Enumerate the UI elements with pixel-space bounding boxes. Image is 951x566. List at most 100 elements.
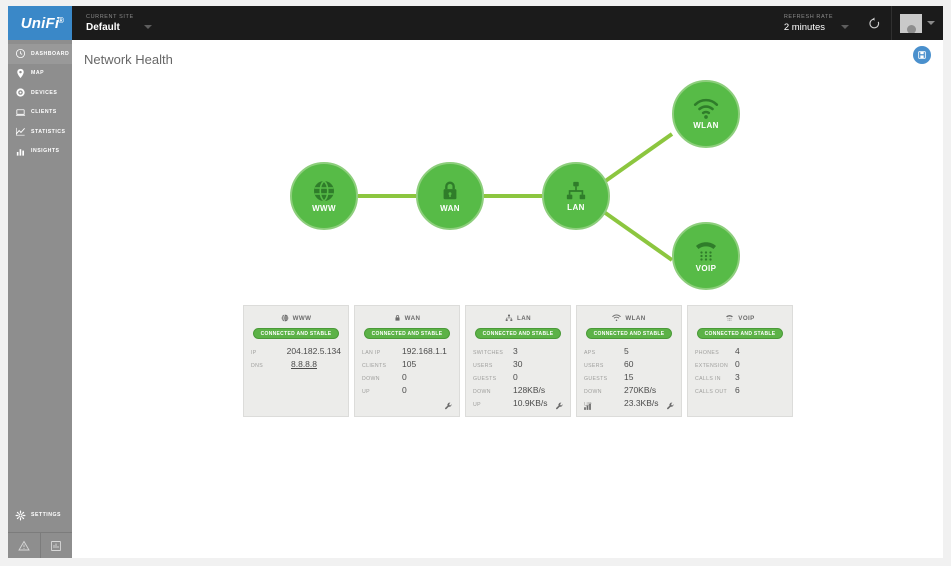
refresh-button[interactable] — [857, 6, 891, 40]
bar-chart-icon — [584, 403, 591, 410]
configure-button[interactable] — [666, 398, 675, 416]
row-label: APS — [584, 350, 596, 356]
row-label: GUESTS — [584, 376, 608, 382]
topology-node-voip[interactable]: VOIP — [672, 222, 740, 290]
card-row: CALLS IN 3 — [695, 372, 785, 385]
site-selector[interactable]: CURRENT SITE Default — [72, 6, 202, 40]
row-value: 30 — [513, 359, 523, 369]
card-row: PHONES 4 — [695, 346, 785, 359]
network-topology: WWW WAN LAN WLAN VOIP — [72, 62, 943, 322]
status-badge: CONNECTED AND STABLE — [253, 328, 339, 339]
topology-node-wan[interactable]: WAN — [416, 162, 484, 230]
gear-icon — [15, 510, 26, 520]
sidebar-item-label: Map — [31, 70, 45, 77]
card-row: CALLS OUT 6 — [695, 385, 785, 398]
row-value: 0 — [402, 372, 407, 382]
card-title: WLAN — [625, 314, 646, 322]
sidebar-item-insights[interactable]: Insights — [8, 142, 72, 162]
configure-button[interactable] — [444, 398, 453, 416]
card-title: VOIP — [738, 314, 755, 322]
wifi-icon — [693, 98, 719, 119]
card-title: WAN — [404, 314, 421, 322]
unifi-logo[interactable]: UniFi ® — [8, 6, 72, 40]
wrench-icon — [445, 402, 452, 410]
card-rows: IP 204.182.5.134 DNS 8.8.8.8 — [251, 346, 341, 372]
network-icon — [505, 314, 513, 321]
sidebar-item-label: Settings — [31, 512, 61, 518]
logo-text: UniFi — [20, 14, 60, 32]
row-value[interactable]: 8.8.8.8 — [291, 359, 317, 369]
gauge-icon — [15, 49, 26, 59]
status-card-lan[interactable]: LAN CONNECTED AND STABLE SWITCHES 3 USER… — [465, 305, 571, 417]
row-label: DNS — [251, 363, 264, 369]
status-badge: CONNECTED AND STABLE — [364, 328, 450, 339]
events-button[interactable] — [39, 533, 73, 558]
card-header: VOIP — [695, 312, 785, 324]
row-value: 4 — [735, 346, 740, 356]
card-actions — [355, 401, 459, 413]
row-label: UP — [362, 389, 370, 395]
row-value: 270KB/s — [624, 385, 657, 395]
row-value: 3 — [735, 372, 740, 382]
status-card-voip[interactable]: VOIP CONNECTED AND STABLE PHONES 4 EXTEN… — [687, 305, 793, 417]
network-icon — [566, 181, 586, 200]
sidebar-item-statistics[interactable]: Statistics — [8, 122, 72, 142]
alerts-button[interactable] — [8, 533, 40, 558]
card-row: DNS 8.8.8.8 — [251, 359, 341, 372]
topology-node-lan[interactable]: LAN — [542, 162, 610, 230]
sidebar-item-clients[interactable]: Clients — [8, 103, 72, 123]
site-selector-value: Default — [86, 21, 120, 33]
save-icon — [918, 51, 926, 59]
sidebar-item-devices[interactable]: Devices — [8, 83, 72, 103]
row-label: DOWN — [473, 389, 491, 395]
row-value: 3 — [513, 346, 518, 356]
status-card-wan[interactable]: WAN CONNECTED AND STABLE LAN IP 192.168.… — [354, 305, 460, 417]
row-value: 60 — [624, 359, 634, 369]
refresh-rate-label: REFRESH RATE — [783, 13, 834, 20]
lock-icon — [395, 315, 400, 321]
card-actions — [577, 401, 681, 413]
card-row: UP 0 — [362, 385, 452, 398]
configure-button[interactable] — [555, 398, 564, 416]
bar-chart-icon — [16, 148, 24, 156]
globe-icon — [314, 180, 334, 202]
topology-node-wlan[interactable]: WLAN — [672, 80, 740, 148]
topology-node-label: WWW — [312, 204, 336, 213]
row-label: GUESTS — [473, 376, 497, 382]
refresh-rate-selector[interactable]: REFRESH RATE 2 minutes — [784, 6, 857, 40]
row-label: CLIENTS — [362, 363, 387, 369]
topology-node-label: WAN — [440, 204, 460, 213]
sidebar-item-settings[interactable]: Settings — [8, 504, 72, 526]
topology-node-www[interactable]: WWW — [290, 162, 358, 230]
sidebar-item-map[interactable]: Map — [8, 64, 72, 84]
user-menu[interactable] — [891, 6, 943, 40]
top-bar-spacer — [202, 6, 784, 40]
globe-icon — [281, 314, 288, 322]
row-label: IP — [251, 350, 257, 356]
devices-circle-icon — [16, 88, 25, 97]
site-selector-label: CURRENT SITE — [86, 13, 134, 20]
sidebar-item-label: Devices — [31, 89, 58, 96]
status-badge: CONNECTED AND STABLE — [475, 328, 561, 339]
row-label: LAN IP — [362, 350, 381, 356]
chevron-down-icon — [841, 25, 849, 29]
lock-icon — [443, 181, 457, 200]
topology-node-label: VOIP — [695, 264, 717, 273]
sidebar-item-dashboard[interactable]: Dashboard — [8, 44, 72, 64]
card-row: DOWN 270KB/s — [584, 385, 674, 398]
sidebar-item-label: Clients — [31, 109, 57, 116]
status-cards: WWW CONNECTED AND STABLE IP 204.182.5.13… — [243, 305, 793, 417]
row-value: 0 — [513, 372, 518, 382]
statistics-button[interactable] — [583, 398, 592, 416]
status-card-wlan[interactable]: WLAN CONNECTED AND STABLE APS 5 USERS 60… — [576, 305, 682, 417]
status-card-www[interactable]: WWW CONNECTED AND STABLE IP 204.182.5.13… — [243, 305, 349, 417]
card-row: GUESTS 0 — [473, 372, 563, 385]
refresh-icon — [868, 17, 879, 28]
sidebar-item-label: Insights — [31, 148, 60, 155]
card-actions — [466, 401, 570, 413]
sidebar: Dashboard Map Devices — [8, 40, 72, 558]
top-bar: UniFi ® CURRENT SITE Default REFRESH RATE… — [8, 6, 943, 40]
row-label: DOWN — [584, 389, 602, 395]
card-header: WLAN — [584, 312, 674, 324]
row-label: CALLS IN — [695, 376, 721, 382]
